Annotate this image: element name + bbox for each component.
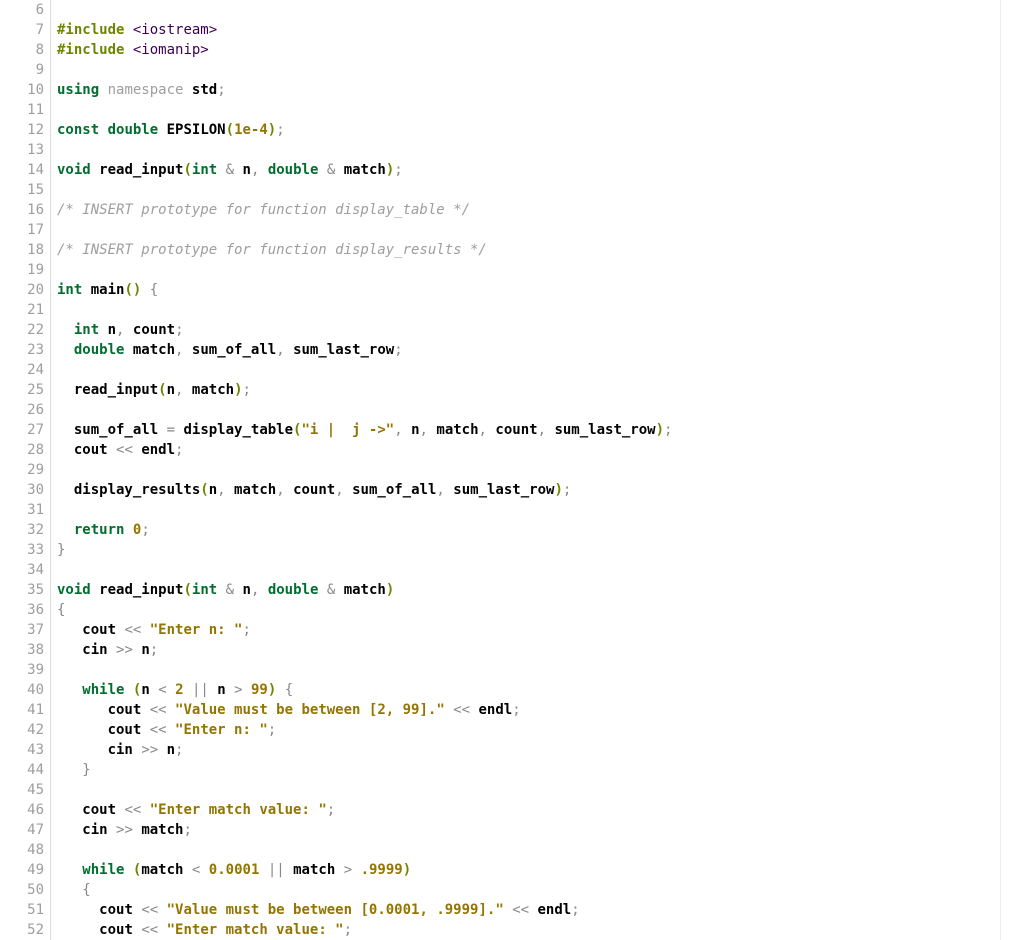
code-line (57, 180, 1000, 200)
code-line: cout << "Value must be between [2, 99]."… (57, 700, 1000, 720)
code-line: const double EPSILON(1e-4); (57, 120, 1000, 140)
code-line: cin >> n; (57, 740, 1000, 760)
code-line: cout << "Enter match value: "; (57, 920, 1000, 940)
line-number: 23 (0, 340, 44, 360)
line-number: 30 (0, 480, 44, 500)
code-line (57, 840, 1000, 860)
code-line: cin >> match; (57, 820, 1000, 840)
line-number: 22 (0, 320, 44, 340)
code-line (57, 360, 1000, 380)
code-line: return 0; (57, 520, 1000, 540)
line-number: 33 (0, 540, 44, 560)
code-line (57, 60, 1000, 80)
line-number: 51 (0, 900, 44, 920)
line-number: 7 (0, 20, 44, 40)
code-line (57, 560, 1000, 580)
line-number: 48 (0, 840, 44, 860)
line-number: 6 (0, 0, 44, 20)
code-line: using namespace std; (57, 80, 1000, 100)
code-line (57, 780, 1000, 800)
code-line: display_results(n, match, count, sum_of_… (57, 480, 1000, 500)
code-line (57, 460, 1000, 480)
line-number: 16 (0, 200, 44, 220)
line-number: 43 (0, 740, 44, 760)
code-line: while (match < 0.0001 || match > .9999) (57, 860, 1000, 880)
line-number: 9 (0, 60, 44, 80)
code-line: #include <iostream> (57, 20, 1000, 40)
code-line: void read_input(int & n, double & match)… (57, 160, 1000, 180)
line-number-gutter: 6789101112131415161718192021222324252627… (0, 0, 51, 940)
line-number: 29 (0, 460, 44, 480)
line-number: 38 (0, 640, 44, 660)
line-number: 8 (0, 40, 44, 60)
line-number: 47 (0, 820, 44, 840)
line-number: 37 (0, 620, 44, 640)
line-number: 45 (0, 780, 44, 800)
line-number: 13 (0, 140, 44, 160)
line-number: 19 (0, 260, 44, 280)
line-number: 44 (0, 760, 44, 780)
line-number: 17 (0, 220, 44, 240)
code-line: int main() { (57, 280, 1000, 300)
code-line: read_input(n, match); (57, 380, 1000, 400)
code-editor: 6789101112131415161718192021222324252627… (0, 0, 1001, 940)
line-number: 10 (0, 80, 44, 100)
code-line (57, 660, 1000, 680)
line-number: 14 (0, 160, 44, 180)
line-number: 46 (0, 800, 44, 820)
code-line (57, 300, 1000, 320)
line-number: 32 (0, 520, 44, 540)
line-number: 41 (0, 700, 44, 720)
code-line: double match, sum_of_all, sum_last_row; (57, 340, 1000, 360)
line-number: 18 (0, 240, 44, 260)
code-line (57, 100, 1000, 120)
line-number: 15 (0, 180, 44, 200)
code-line: { (57, 600, 1000, 620)
line-number: 40 (0, 680, 44, 700)
code-line: cout << "Enter match value: "; (57, 800, 1000, 820)
code-line (57, 220, 1000, 240)
line-number: 26 (0, 400, 44, 420)
code-line (57, 500, 1000, 520)
line-number: 39 (0, 660, 44, 680)
code-line: } (57, 540, 1000, 560)
line-number: 49 (0, 860, 44, 880)
line-number: 34 (0, 560, 44, 580)
line-number: 25 (0, 380, 44, 400)
line-number: 35 (0, 580, 44, 600)
code-line: while (n < 2 || n > 99) { (57, 680, 1000, 700)
line-number: 52 (0, 920, 44, 940)
code-line (57, 400, 1000, 420)
code-line: /* INSERT prototype for function display… (57, 200, 1000, 220)
code-line (57, 0, 1000, 20)
line-number: 20 (0, 280, 44, 300)
code-line: sum_of_all = display_table("i | j ->", n… (57, 420, 1000, 440)
line-number: 36 (0, 600, 44, 620)
code-line (57, 140, 1000, 160)
code-line: { (57, 880, 1000, 900)
line-number: 50 (0, 880, 44, 900)
line-number: 31 (0, 500, 44, 520)
line-number: 24 (0, 360, 44, 380)
line-number: 42 (0, 720, 44, 740)
code-line: cout << "Enter n: "; (57, 720, 1000, 740)
code-line: int n, count; (57, 320, 1000, 340)
code-line: cout << "Enter n: "; (57, 620, 1000, 640)
line-number: 28 (0, 440, 44, 460)
code-line: #include <iomanip> (57, 40, 1000, 60)
line-number: 12 (0, 120, 44, 140)
code-line: cin >> n; (57, 640, 1000, 660)
code-line: void read_input(int & n, double & match) (57, 580, 1000, 600)
code-line: cout << endl; (57, 440, 1000, 460)
code-line: } (57, 760, 1000, 780)
line-number: 21 (0, 300, 44, 320)
code-line: /* INSERT prototype for function display… (57, 240, 1000, 260)
code-area[interactable]: #include <iostream>#include <iomanip> us… (51, 0, 1000, 940)
code-line (57, 260, 1000, 280)
line-number: 27 (0, 420, 44, 440)
code-line: cout << "Value must be between [0.0001, … (57, 900, 1000, 920)
line-number: 11 (0, 100, 44, 120)
